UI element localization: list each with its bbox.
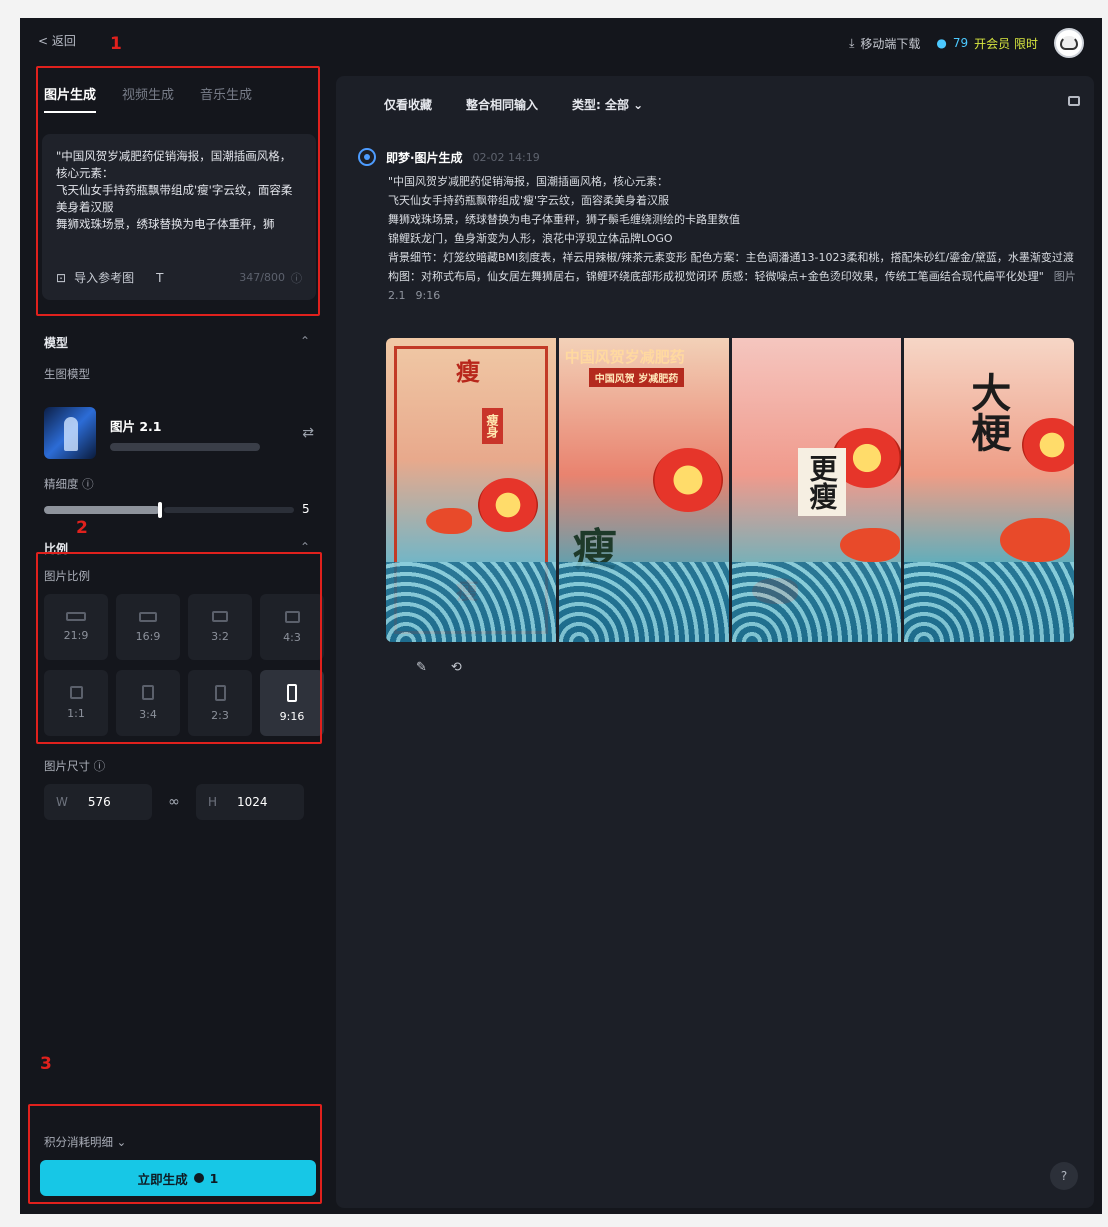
generation-source: 即梦·图片生成 — [386, 150, 463, 165]
filter-merge-inputs[interactable]: 整合相同输入 — [466, 96, 538, 113]
top-right-actions: ⤓ 移动端下载 ● 79 开会员 限时 — [849, 28, 1084, 58]
annotation-box-1 — [36, 66, 320, 316]
vip-link[interactable]: 开会员 限时 — [974, 35, 1038, 52]
size-label: 图片尺寸 ⓘ — [44, 759, 106, 773]
generation-time: 02-02 14:19 — [472, 150, 540, 164]
precision-slider-handle[interactable] — [158, 502, 162, 518]
app-window: < 返回 ⤓ 移动端下载 ● 79 开会员 限时 图片生成 视频生成 音乐生成 … — [20, 18, 1102, 1214]
generated-image-2[interactable]: 中国风贺岁减肥药 中国风贺 岁减肥药 瘦 — [558, 338, 729, 642]
annotation-label-1: 1 — [110, 34, 122, 54]
generated-image-4[interactable]: 大梗 — [904, 338, 1074, 642]
image4-big-text: 大梗 — [964, 372, 1012, 452]
top-bar: < 返回 ⤓ 移动端下载 ● 79 开会员 限时 — [20, 18, 1102, 66]
image2-subtitle: 中国风贺 岁减肥药 — [588, 368, 685, 387]
model-subtitle: 生图模型 — [44, 367, 90, 381]
link-ratio-icon[interactable]: ∞ — [162, 794, 186, 810]
edit-icon[interactable]: ✎ — [416, 660, 427, 675]
sidebar-toggle-icon[interactable] — [1068, 96, 1080, 106]
precision-slider-fill[interactable] — [44, 506, 160, 514]
chevron-up-icon[interactable]: ⌃ — [300, 334, 310, 348]
avatar[interactable] — [1054, 28, 1084, 58]
help-button[interactable]: ? — [1050, 1162, 1078, 1190]
back-button[interactable]: < 返回 — [38, 32, 76, 49]
generated-images: 瘦 瘦身 瘦 中国风贺岁减肥药 中国风贺 岁减肥药 瘦 更瘦 — [386, 338, 1074, 642]
annotation-box-3 — [28, 1104, 322, 1204]
size-inputs: W 576 ∞ H 1024 — [44, 784, 316, 820]
model-name: 图片 2.1 — [110, 418, 162, 434]
filter-type-dropdown[interactable]: 类型: 全部 ⌄ — [572, 96, 643, 113]
credits-value: 79 — [952, 36, 969, 50]
height-field[interactable]: H 1024 — [196, 784, 304, 820]
model-thumbnail — [44, 407, 96, 459]
mobile-download-link[interactable]: ⤓ 移动端下载 — [849, 35, 920, 52]
generation-source-icon — [358, 148, 376, 166]
annotation-label-3: 3 — [40, 1054, 52, 1074]
info-icon[interactable]: ⓘ — [82, 477, 94, 491]
generated-image-3[interactable]: 更瘦 — [731, 338, 902, 642]
credits-display[interactable]: ● 79 开会员 限时 — [936, 35, 1038, 52]
model-selector[interactable]: 图片 2.1 ⇄ — [44, 406, 314, 460]
image3-big-text: 更瘦 — [797, 448, 846, 516]
result-filters: 仅看收藏 整合相同输入 类型: 全部 ⌄ — [384, 96, 643, 113]
precision-slider-track[interactable] — [164, 507, 294, 513]
image-actions: ✎ ⟲ — [416, 660, 462, 675]
results-panel: 仅看收藏 整合相同输入 类型: 全部 ⌄ 即梦·图片生成 02-02 14:19… — [336, 76, 1094, 1208]
koi-fish-icon — [426, 508, 472, 534]
koi-fish-icon — [839, 528, 900, 562]
lion-dance-icon — [1022, 418, 1074, 472]
precision-value: 5 — [302, 502, 310, 516]
generated-image-1[interactable]: 瘦 瘦身 瘦 — [386, 338, 556, 642]
model-description — [110, 442, 260, 451]
precision-label: 精细度 ⓘ — [44, 477, 94, 491]
width-field[interactable]: W 576 — [44, 784, 152, 820]
credit-coin-icon: ● — [936, 36, 947, 50]
download-icon: ⤓ — [849, 35, 855, 50]
lion-dance-icon — [478, 478, 538, 532]
filter-favorites[interactable]: 仅看收藏 — [384, 96, 432, 113]
generation-record: 即梦·图片生成 02-02 14:19 "中国风贺岁减肥药促销海报，国潮插画风格… — [358, 148, 1082, 305]
ratio-tag: 9:16 — [415, 289, 441, 302]
lion-dance-icon — [652, 448, 723, 512]
model-section-title: 模型 — [44, 336, 69, 350]
download-label: 移动端下载 — [860, 36, 921, 51]
koi-fish-icon — [1000, 518, 1071, 562]
swap-model-icon[interactable]: ⇄ — [302, 425, 314, 441]
info-icon[interactable]: ⓘ — [94, 759, 106, 773]
annotation-label-2: 2 — [76, 518, 88, 538]
image1-side-text: 瘦身 — [482, 408, 503, 444]
generation-prompt: "中国风贺岁减肥药促销海报，国潮插画风格，核心元素： 飞天仙女手持药瓶飘带组成'… — [388, 175, 1080, 302]
image1-top-char: 瘦 — [456, 357, 480, 386]
regenerate-icon[interactable]: ⟲ — [451, 660, 462, 675]
avatar-face-icon — [1060, 36, 1078, 50]
annotation-box-2 — [36, 552, 322, 744]
image2-title: 中国风贺岁减肥药 — [564, 348, 685, 366]
